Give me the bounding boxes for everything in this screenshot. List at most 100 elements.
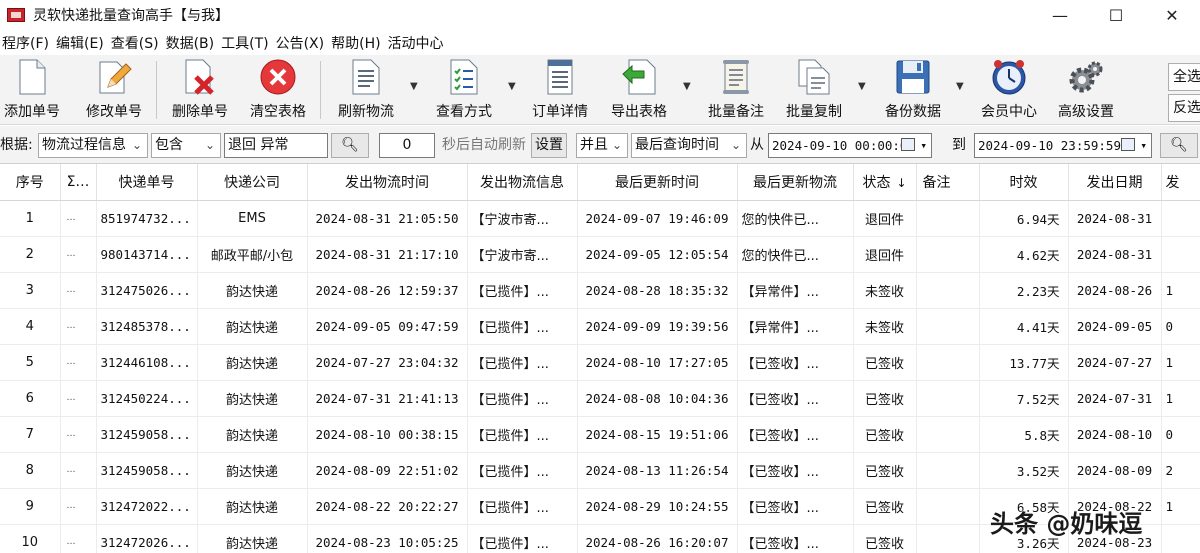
table-row[interactable]: 7… 312459058... 韵达快递 2024-08-10 00:38:15 【已揽… [0, 416, 1200, 453]
row-sent-time[interactable]: 2024-07-27 23:04:32 [307, 344, 468, 381]
row-status[interactable]: 已签收 [853, 344, 917, 381]
row-last-info[interactable]: 【已签收】... [737, 380, 854, 417]
row-tracking-no[interactable]: 980143714... [96, 236, 198, 273]
col-header-note[interactable]: 备注 [916, 164, 980, 201]
row-extra[interactable] [1161, 200, 1200, 237]
select-all-button[interactable]: 全选 [1168, 63, 1200, 91]
table-row[interactable]: 8… 312459058... 韵达快递 2024-08-09 22:51:02 【已揽… [0, 452, 1200, 489]
row-sent-info[interactable]: 【已揽件】... [467, 272, 578, 309]
row-expand[interactable]: … [60, 200, 97, 237]
row-sent-info[interactable]: 【宁波市寄... [467, 236, 578, 273]
col-header-duration[interactable]: 时效 [979, 164, 1069, 201]
row-company[interactable]: EMS [197, 200, 308, 237]
refresh-logistics-button[interactable]: 刷新物流 [336, 58, 396, 122]
row-sent-info[interactable]: 【宁波市寄... [467, 200, 578, 237]
row-company[interactable]: 韵达快递 [197, 380, 308, 417]
auto-refresh-seconds-input[interactable]: 0 [379, 133, 435, 158]
row-expand[interactable]: … [60, 272, 97, 309]
row-last-info[interactable]: 您的快件已... [737, 200, 854, 237]
row-last-info[interactable]: 【已签收】... [737, 416, 854, 453]
row-note[interactable] [916, 416, 980, 453]
row-index[interactable]: 5 [0, 344, 61, 381]
row-note[interactable] [916, 344, 980, 381]
row-last-info[interactable]: 【已签收】... [737, 344, 854, 381]
row-status[interactable]: 退回件 [853, 236, 917, 273]
refresh-dropdown-arrow-icon[interactable]: ▼ [410, 81, 418, 92]
row-sent-info[interactable]: 【已揽件】... [467, 380, 578, 417]
row-extra[interactable]: 1 [1161, 488, 1200, 525]
row-note[interactable] [916, 488, 980, 525]
row-sent-time[interactable]: 2024-07-31 21:41:13 [307, 380, 468, 417]
row-sent-info[interactable]: 【已揽件】... [467, 416, 578, 453]
row-tracking-no[interactable]: 312472026... [96, 524, 198, 553]
export-dropdown-arrow-icon[interactable]: ▼ [683, 81, 691, 92]
backup-data-button[interactable]: 备份数据 [883, 58, 943, 122]
row-duration[interactable]: 13.77天 [979, 344, 1069, 381]
row-sent-time[interactable]: 2024-08-09 22:51:02 [307, 452, 468, 489]
row-last-time[interactable]: 2024-09-09 19:39:56 [577, 308, 738, 345]
row-sent-info[interactable]: 【已揽件】... [467, 452, 578, 489]
row-tracking-no[interactable]: 312472022... [96, 488, 198, 525]
row-expand[interactable]: … [60, 344, 97, 381]
row-sent-date[interactable]: 2024-08-26 [1068, 272, 1162, 309]
menu-tools[interactable]: 工具(T) [219, 33, 273, 53]
row-expand[interactable]: … [60, 416, 97, 453]
row-extra[interactable]: 1 [1161, 272, 1200, 309]
delete-tracking-button[interactable]: 删除单号 [170, 58, 230, 122]
row-status[interactable]: 已签收 [853, 380, 917, 417]
row-sent-time[interactable]: 2024-08-31 21:17:10 [307, 236, 468, 273]
col-header-index[interactable]: 序号 [0, 164, 61, 201]
order-detail-button[interactable]: 订单详情 [530, 58, 590, 122]
row-extra[interactable] [1161, 524, 1200, 553]
row-company[interactable]: 韵达快递 [197, 416, 308, 453]
row-tracking-no[interactable]: 312459058... [96, 452, 198, 489]
row-index[interactable]: 10 [0, 524, 61, 553]
row-company[interactable]: 韵达快递 [197, 452, 308, 489]
row-expand[interactable]: … [60, 488, 97, 525]
table-row[interactable]: 3… 312475026... 韵达快递 2024-08-26 12:59:37 【已揽… [0, 272, 1200, 309]
row-status[interactable]: 已签收 [853, 488, 917, 525]
row-expand[interactable]: … [60, 452, 97, 489]
row-last-time[interactable]: 2024-08-26 16:20:07 [577, 524, 738, 553]
row-note[interactable] [916, 236, 980, 273]
row-status[interactable]: 已签收 [853, 524, 917, 553]
col-header-extra[interactable]: 发 [1161, 164, 1200, 201]
col-header-company[interactable]: 快递公司 [197, 164, 308, 201]
row-last-info[interactable]: 【已签收】... [737, 488, 854, 525]
row-company[interactable]: 韵达快递 [197, 488, 308, 525]
search-button[interactable]: 🔍︎ [331, 133, 369, 158]
row-sent-info[interactable]: 【已揽件】... [467, 308, 578, 345]
row-expand[interactable]: … [60, 380, 97, 417]
menu-program[interactable]: 程序(F) [0, 33, 54, 53]
filter-operator-select[interactable]: 包含 ⌄ [151, 133, 221, 158]
col-header-last-time[interactable]: 最后更新时间 [577, 164, 738, 201]
row-note[interactable] [916, 524, 980, 553]
row-last-info[interactable]: 您的快件已... [737, 236, 854, 273]
menu-view[interactable]: 查看(S) [109, 33, 164, 53]
row-expand[interactable]: … [60, 308, 97, 345]
col-header-sent-info[interactable]: 发出物流信息 [467, 164, 578, 201]
row-expand[interactable]: … [60, 524, 97, 553]
row-sent-date[interactable]: 2024-07-31 [1068, 380, 1162, 417]
add-tracking-button[interactable]: 添加单号 [2, 58, 62, 122]
row-extra[interactable]: 2 [1161, 452, 1200, 489]
row-index[interactable]: 8 [0, 452, 61, 489]
row-index[interactable]: 2 [0, 236, 61, 273]
row-tracking-no[interactable]: 312475026... [96, 272, 198, 309]
row-last-time[interactable]: 2024-08-15 19:51:06 [577, 416, 738, 453]
row-index[interactable]: 1 [0, 200, 61, 237]
row-status[interactable]: 已签收 [853, 452, 917, 489]
row-duration[interactable]: 5.8天 [979, 416, 1069, 453]
col-header-sum[interactable]: Σ… [60, 164, 97, 201]
filter-field-select[interactable]: 物流过程信息 ⌄ [38, 133, 148, 158]
row-last-info[interactable]: 【已签收】... [737, 524, 854, 553]
menu-edit[interactable]: 编辑(E) [54, 33, 109, 53]
row-sent-time[interactable]: 2024-08-22 20:22:27 [307, 488, 468, 525]
row-duration[interactable]: 2.23天 [979, 272, 1069, 309]
row-extra[interactable]: 1 [1161, 380, 1200, 417]
row-last-time[interactable]: 2024-09-07 19:46:09 [577, 200, 738, 237]
row-status[interactable]: 未签收 [853, 272, 917, 309]
row-extra[interactable]: 1 [1161, 344, 1200, 381]
date-search-button[interactable]: 🔍︎ [1160, 133, 1198, 158]
row-last-time[interactable]: 2024-09-05 12:05:54 [577, 236, 738, 273]
